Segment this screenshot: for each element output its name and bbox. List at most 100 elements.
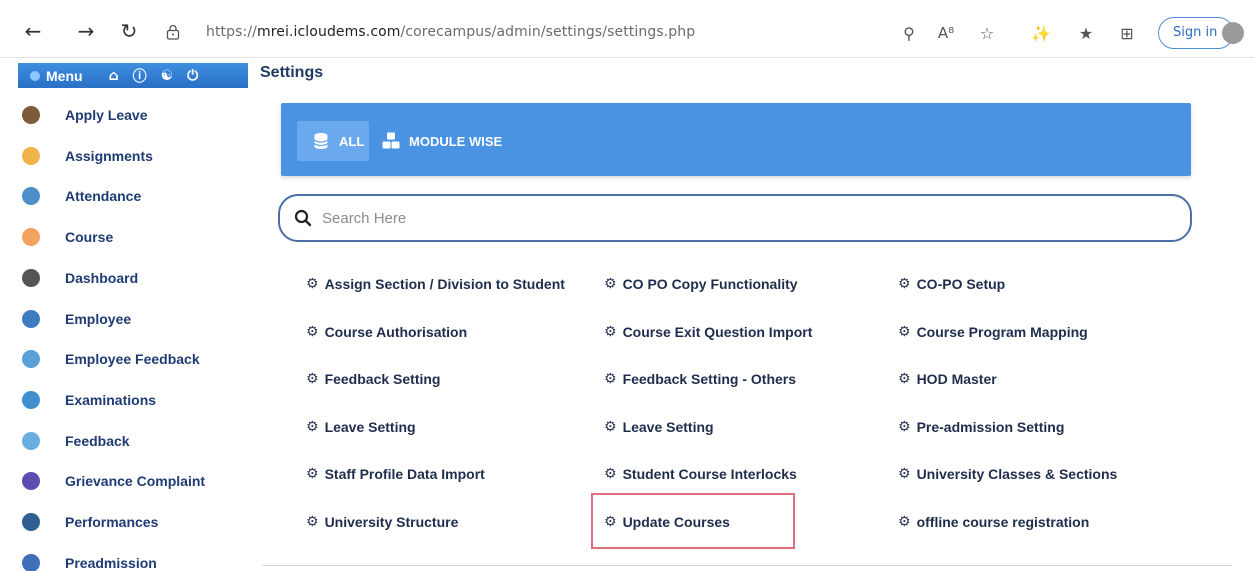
- setting-link[interactable]: ⚙ HOD Master: [898, 371, 997, 387]
- gear-icon: ⚙: [898, 323, 911, 340]
- sidebar-item-icon: [22, 390, 40, 409]
- cubes-icon: [382, 132, 400, 149]
- sidebar-item[interactable]: Preadmission: [22, 548, 252, 571]
- setting-link[interactable]: ⚙ Course Program Mapping: [898, 324, 1088, 340]
- extensions-icon[interactable]: ✨: [1030, 22, 1052, 44]
- setting-link[interactable]: ⚙ CO PO Copy Functionality: [604, 276, 798, 292]
- gear-icon: ⚙: [306, 323, 319, 340]
- sidebar-item[interactable]: Grievance Complaint: [22, 466, 252, 496]
- sidebar-item-label: Course: [65, 229, 114, 246]
- search-box: [278, 194, 1192, 242]
- sidebar-item[interactable]: Apply Leave: [22, 100, 252, 130]
- sidebar-item[interactable]: Course: [22, 222, 252, 252]
- favorite-add-icon[interactable]: ☆: [976, 22, 998, 44]
- menu-toggle-icon[interactable]: [30, 70, 40, 81]
- setting-label: University Classes & Sections: [916, 466, 1118, 483]
- gear-icon: ⚙: [898, 466, 911, 483]
- lock-icon[interactable]: [166, 24, 180, 40]
- gear-icon: ⚙: [604, 371, 617, 388]
- setting-link[interactable]: ⚙ Staff Profile Data Import: [306, 466, 485, 482]
- sidebar-item-icon: [22, 187, 40, 206]
- setting-label: offline course registration: [916, 514, 1090, 530]
- power-icon[interactable]: ⏻: [187, 68, 198, 84]
- gear-icon: ⚙: [898, 514, 911, 530]
- favorites-icon[interactable]: ★: [1075, 22, 1097, 44]
- setting-link[interactable]: ⚙ Feedback Setting: [306, 371, 440, 387]
- gear-icon: ⚙: [604, 418, 617, 435]
- setting-link[interactable]: ⚙ Pre-admission Setting: [898, 419, 1064, 435]
- menu-header: Menu ⌂ ⓘ ☯ ⏻: [18, 63, 248, 88]
- setting-label: Course Authorisation: [324, 323, 468, 340]
- setting-link[interactable]: ⚙ offline course registration: [898, 514, 1089, 530]
- url-host: mrei.icloudems.com: [256, 24, 401, 40]
- sidebar-item-icon: [22, 472, 40, 491]
- gear-icon: ⚙: [604, 466, 617, 483]
- sidebar-item-icon: [22, 146, 40, 165]
- sidebar-item-icon: [22, 106, 40, 124]
- sidebar-item-label: Grievance Complaint: [65, 473, 206, 490]
- menu-label[interactable]: Menu: [46, 68, 83, 84]
- address-bar[interactable]: https://mrei.icloudems.com/corecampus/ad…: [206, 24, 695, 40]
- key-icon[interactable]: ⚲: [898, 22, 920, 44]
- tab-module-wise-label: MODULE WISE: [409, 133, 503, 149]
- sidebar-item[interactable]: Feedback: [22, 426, 252, 456]
- sidebar-item-label: Apply Leave: [65, 107, 148, 123]
- search-input[interactable]: [322, 209, 1142, 227]
- gear-icon: ⚙: [604, 323, 617, 340]
- divider: [262, 565, 1232, 566]
- search-icon: [294, 209, 312, 227]
- forward-arrow-icon[interactable]: →: [75, 19, 97, 43]
- gear-icon: ⚙: [306, 276, 319, 292]
- sidebar-item-label: Feedback: [65, 432, 130, 449]
- setting-label: CO PO Copy Functionality: [622, 276, 798, 292]
- setting-link[interactable]: ⚙ Course Exit Question Import: [604, 324, 812, 340]
- gear-icon: ⚙: [306, 371, 319, 388]
- sidebar-item[interactable]: Examinations: [22, 385, 252, 415]
- gear-icon: ⚙: [306, 418, 319, 435]
- sidebar-item[interactable]: Employee Feedback: [22, 344, 252, 374]
- url-prefix: https://: [206, 24, 257, 40]
- tab-all[interactable]: ALL: [297, 121, 369, 161]
- sidebar-item[interactable]: Employee: [22, 304, 252, 334]
- sidebar-item[interactable]: Dashboard: [22, 263, 252, 293]
- sidebar-item[interactable]: Performances: [22, 507, 252, 537]
- gear-icon: ⚙: [306, 466, 319, 483]
- setting-link[interactable]: ⚙ Course Authorisation: [306, 324, 467, 340]
- sidebar-item-icon: [22, 513, 40, 531]
- database-icon: [313, 133, 329, 149]
- setting-label: CO-PO Setup: [916, 276, 1006, 292]
- sidebar-item[interactable]: Assignments: [22, 141, 252, 171]
- collections-icon[interactable]: ⊞: [1116, 22, 1138, 44]
- bank-icon[interactable]: ☯: [161, 68, 174, 84]
- gear-icon: ⚙: [306, 514, 319, 530]
- sidebar-item-icon: [22, 228, 40, 247]
- sidebar-item-label: Assignments: [65, 147, 153, 164]
- tab-module-wise[interactable]: MODULE WISE: [381, 121, 502, 161]
- setting-label: Student Course Interlocks: [622, 466, 797, 483]
- sidebar-item-label: Dashboard: [65, 269, 139, 286]
- info-icon[interactable]: ⓘ: [133, 66, 147, 86]
- setting-link[interactable]: ⚙ University Structure: [306, 514, 458, 530]
- sidebar-item[interactable]: Attendance: [22, 181, 252, 211]
- sidebar-item-icon: [22, 350, 40, 369]
- setting-label: Staff Profile Data Import: [324, 466, 485, 483]
- setting-link[interactable]: ⚙ Feedback Setting - Others: [604, 371, 796, 387]
- setting-link[interactable]: ⚙ Assign Section / Division to Student: [306, 276, 565, 292]
- setting-link[interactable]: ⚙ Leave Setting: [604, 419, 714, 435]
- home-icon[interactable]: ⌂: [109, 68, 119, 84]
- setting-link[interactable]: ⚙ CO-PO Setup: [898, 276, 1005, 292]
- setting-link[interactable]: ⚙ University Classes & Sections: [898, 466, 1117, 482]
- refresh-icon[interactable]: ↻: [118, 19, 140, 43]
- setting-link[interactable]: ⚙ Leave Setting: [306, 419, 416, 435]
- back-arrow-icon[interactable]: ←: [22, 19, 44, 43]
- setting-link[interactable]: ⚙ Student Course Interlocks: [604, 466, 797, 482]
- read-aloud-icon[interactable]: A⁸: [935, 22, 957, 44]
- setting-label: Leave Setting: [324, 418, 416, 435]
- setting-label: Assign Section / Division to Student: [324, 276, 565, 292]
- gear-icon: ⚙: [604, 276, 617, 292]
- setting-label: Course Program Mapping: [916, 323, 1088, 340]
- sidebar-item-label: Performances: [65, 514, 159, 530]
- avatar[interactable]: [1222, 22, 1244, 44]
- url-path: /corecampus/admin/settings/settings.php: [400, 24, 696, 40]
- sidebar-item-label: Employee Feedback: [65, 351, 200, 368]
